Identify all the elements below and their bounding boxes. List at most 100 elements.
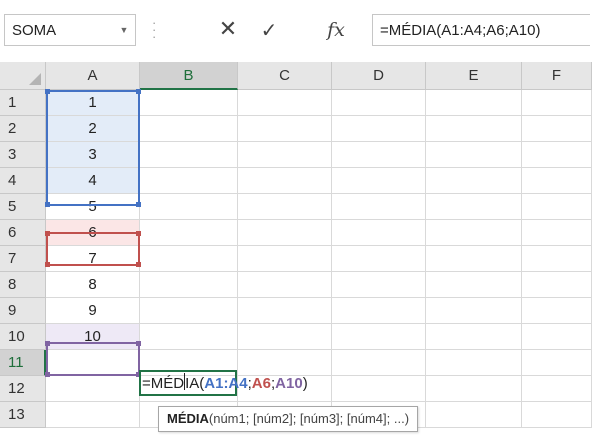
insert-function-button[interactable]: fx bbox=[322, 14, 350, 46]
cell-d7[interactable] bbox=[332, 246, 426, 272]
cell-edit-text[interactable]: =MÉDIA(A1:A4;A6;A10) bbox=[142, 373, 308, 394]
cell-d6[interactable] bbox=[332, 220, 426, 246]
cell-e13[interactable] bbox=[426, 402, 522, 428]
cell-f3[interactable] bbox=[522, 142, 592, 168]
formula-text[interactable]: =MÉDIA(A1:A4;A6;A10) bbox=[380, 22, 541, 39]
cell-a2[interactable]: 2 bbox=[46, 116, 140, 142]
formula-input[interactable]: =MÉDIA(A1:A4;A6;A10) bbox=[372, 14, 590, 46]
row-header-9[interactable]: 9 bbox=[0, 298, 46, 324]
column-header-a[interactable]: A bbox=[46, 62, 140, 90]
row-header-12[interactable]: 12 bbox=[0, 376, 46, 402]
cancel-button[interactable]: ✕ bbox=[214, 14, 242, 46]
cell-e1[interactable] bbox=[426, 90, 522, 116]
cell-c1[interactable] bbox=[238, 90, 332, 116]
row-header-1[interactable]: 1 bbox=[0, 90, 46, 116]
drag-handle-icon[interactable]: · · · bbox=[152, 16, 156, 43]
cell-a11[interactable] bbox=[46, 350, 140, 376]
cell-b7[interactable] bbox=[140, 246, 238, 272]
column-header-d[interactable]: D bbox=[332, 62, 426, 90]
cell-f9[interactable] bbox=[522, 298, 592, 324]
cell-a9[interactable]: 9 bbox=[46, 298, 140, 324]
row-header-6[interactable]: 6 bbox=[0, 220, 46, 246]
tooltip-function-name[interactable]: MÉDIA bbox=[167, 411, 209, 426]
cell-f1[interactable] bbox=[522, 90, 592, 116]
row-header-13[interactable]: 13 bbox=[0, 402, 46, 428]
cell-d8[interactable] bbox=[332, 272, 426, 298]
cell-b4[interactable] bbox=[140, 168, 238, 194]
cell-f12[interactable] bbox=[522, 376, 592, 402]
cell-a12[interactable] bbox=[46, 376, 140, 402]
cell-d12[interactable] bbox=[332, 376, 426, 402]
cell-c3[interactable] bbox=[238, 142, 332, 168]
column-header-b[interactable]: B bbox=[140, 62, 238, 90]
cell-a8[interactable]: 8 bbox=[46, 272, 140, 298]
cell-f7[interactable] bbox=[522, 246, 592, 272]
cell-b2[interactable] bbox=[140, 116, 238, 142]
cell-b9[interactable] bbox=[140, 298, 238, 324]
cell-c2[interactable] bbox=[238, 116, 332, 142]
cell-a4[interactable]: 4 bbox=[46, 168, 140, 194]
cell-f13[interactable] bbox=[522, 402, 592, 428]
cell-a7[interactable]: 7 bbox=[46, 246, 140, 272]
column-header-e[interactable]: E bbox=[426, 62, 522, 90]
cell-b1[interactable] bbox=[140, 90, 238, 116]
row-header-8[interactable]: 8 bbox=[0, 272, 46, 298]
cell-c8[interactable] bbox=[238, 272, 332, 298]
cell-b6[interactable] bbox=[140, 220, 238, 246]
cell-f11[interactable] bbox=[522, 350, 592, 376]
cell-d11[interactable] bbox=[332, 350, 426, 376]
cell-c4[interactable] bbox=[238, 168, 332, 194]
cell-a10[interactable]: 10 bbox=[46, 324, 140, 350]
cell-f10[interactable] bbox=[522, 324, 592, 350]
enter-button[interactable]: ✓ bbox=[254, 14, 284, 46]
cell-f2[interactable] bbox=[522, 116, 592, 142]
cell-c5[interactable] bbox=[238, 194, 332, 220]
row-header-10[interactable]: 10 bbox=[0, 324, 46, 350]
cell-d5[interactable] bbox=[332, 194, 426, 220]
cell-e9[interactable] bbox=[426, 298, 522, 324]
row-header-11[interactable]: 11 bbox=[0, 350, 46, 376]
name-box-value[interactable]: SOMA bbox=[12, 22, 56, 39]
cell-c10[interactable] bbox=[238, 324, 332, 350]
cell-f4[interactable] bbox=[522, 168, 592, 194]
row-header-2[interactable]: 2 bbox=[0, 116, 46, 142]
row-header-4[interactable]: 4 bbox=[0, 168, 46, 194]
cell-a13[interactable] bbox=[46, 402, 140, 428]
row-header-7[interactable]: 7 bbox=[0, 246, 46, 272]
cell-a5[interactable]: 5 bbox=[46, 194, 140, 220]
cell-f8[interactable] bbox=[522, 272, 592, 298]
cell-e4[interactable] bbox=[426, 168, 522, 194]
cell-d10[interactable] bbox=[332, 324, 426, 350]
cell-f5[interactable] bbox=[522, 194, 592, 220]
cell-e12[interactable] bbox=[426, 376, 522, 402]
column-header-c[interactable]: C bbox=[238, 62, 332, 90]
cell-f6[interactable] bbox=[522, 220, 592, 246]
cell-b3[interactable] bbox=[140, 142, 238, 168]
cell-b10[interactable] bbox=[140, 324, 238, 350]
name-box[interactable]: SOMA ▼ bbox=[4, 14, 136, 46]
select-all-button[interactable] bbox=[0, 62, 46, 90]
cell-d1[interactable] bbox=[332, 90, 426, 116]
cell-d3[interactable] bbox=[332, 142, 426, 168]
cell-c9[interactable] bbox=[238, 298, 332, 324]
cell-e2[interactable] bbox=[426, 116, 522, 142]
cell-e10[interactable] bbox=[426, 324, 522, 350]
cell-a1[interactable]: 1 bbox=[46, 90, 140, 116]
row-header-5[interactable]: 5 bbox=[0, 194, 46, 220]
cell-a3[interactable]: 3 bbox=[46, 142, 140, 168]
column-header-f[interactable]: F bbox=[522, 62, 592, 90]
cell-d9[interactable] bbox=[332, 298, 426, 324]
cell-a6[interactable]: 6 bbox=[46, 220, 140, 246]
cell-d4[interactable] bbox=[332, 168, 426, 194]
cell-c6[interactable] bbox=[238, 220, 332, 246]
cell-d2[interactable] bbox=[332, 116, 426, 142]
cell-e11[interactable] bbox=[426, 350, 522, 376]
cell-e3[interactable] bbox=[426, 142, 522, 168]
cell-e6[interactable] bbox=[426, 220, 522, 246]
cell-e7[interactable] bbox=[426, 246, 522, 272]
cell-c7[interactable] bbox=[238, 246, 332, 272]
cell-e8[interactable] bbox=[426, 272, 522, 298]
cell-b5[interactable] bbox=[140, 194, 238, 220]
cell-e5[interactable] bbox=[426, 194, 522, 220]
chevron-down-icon[interactable]: ▼ bbox=[113, 15, 135, 45]
